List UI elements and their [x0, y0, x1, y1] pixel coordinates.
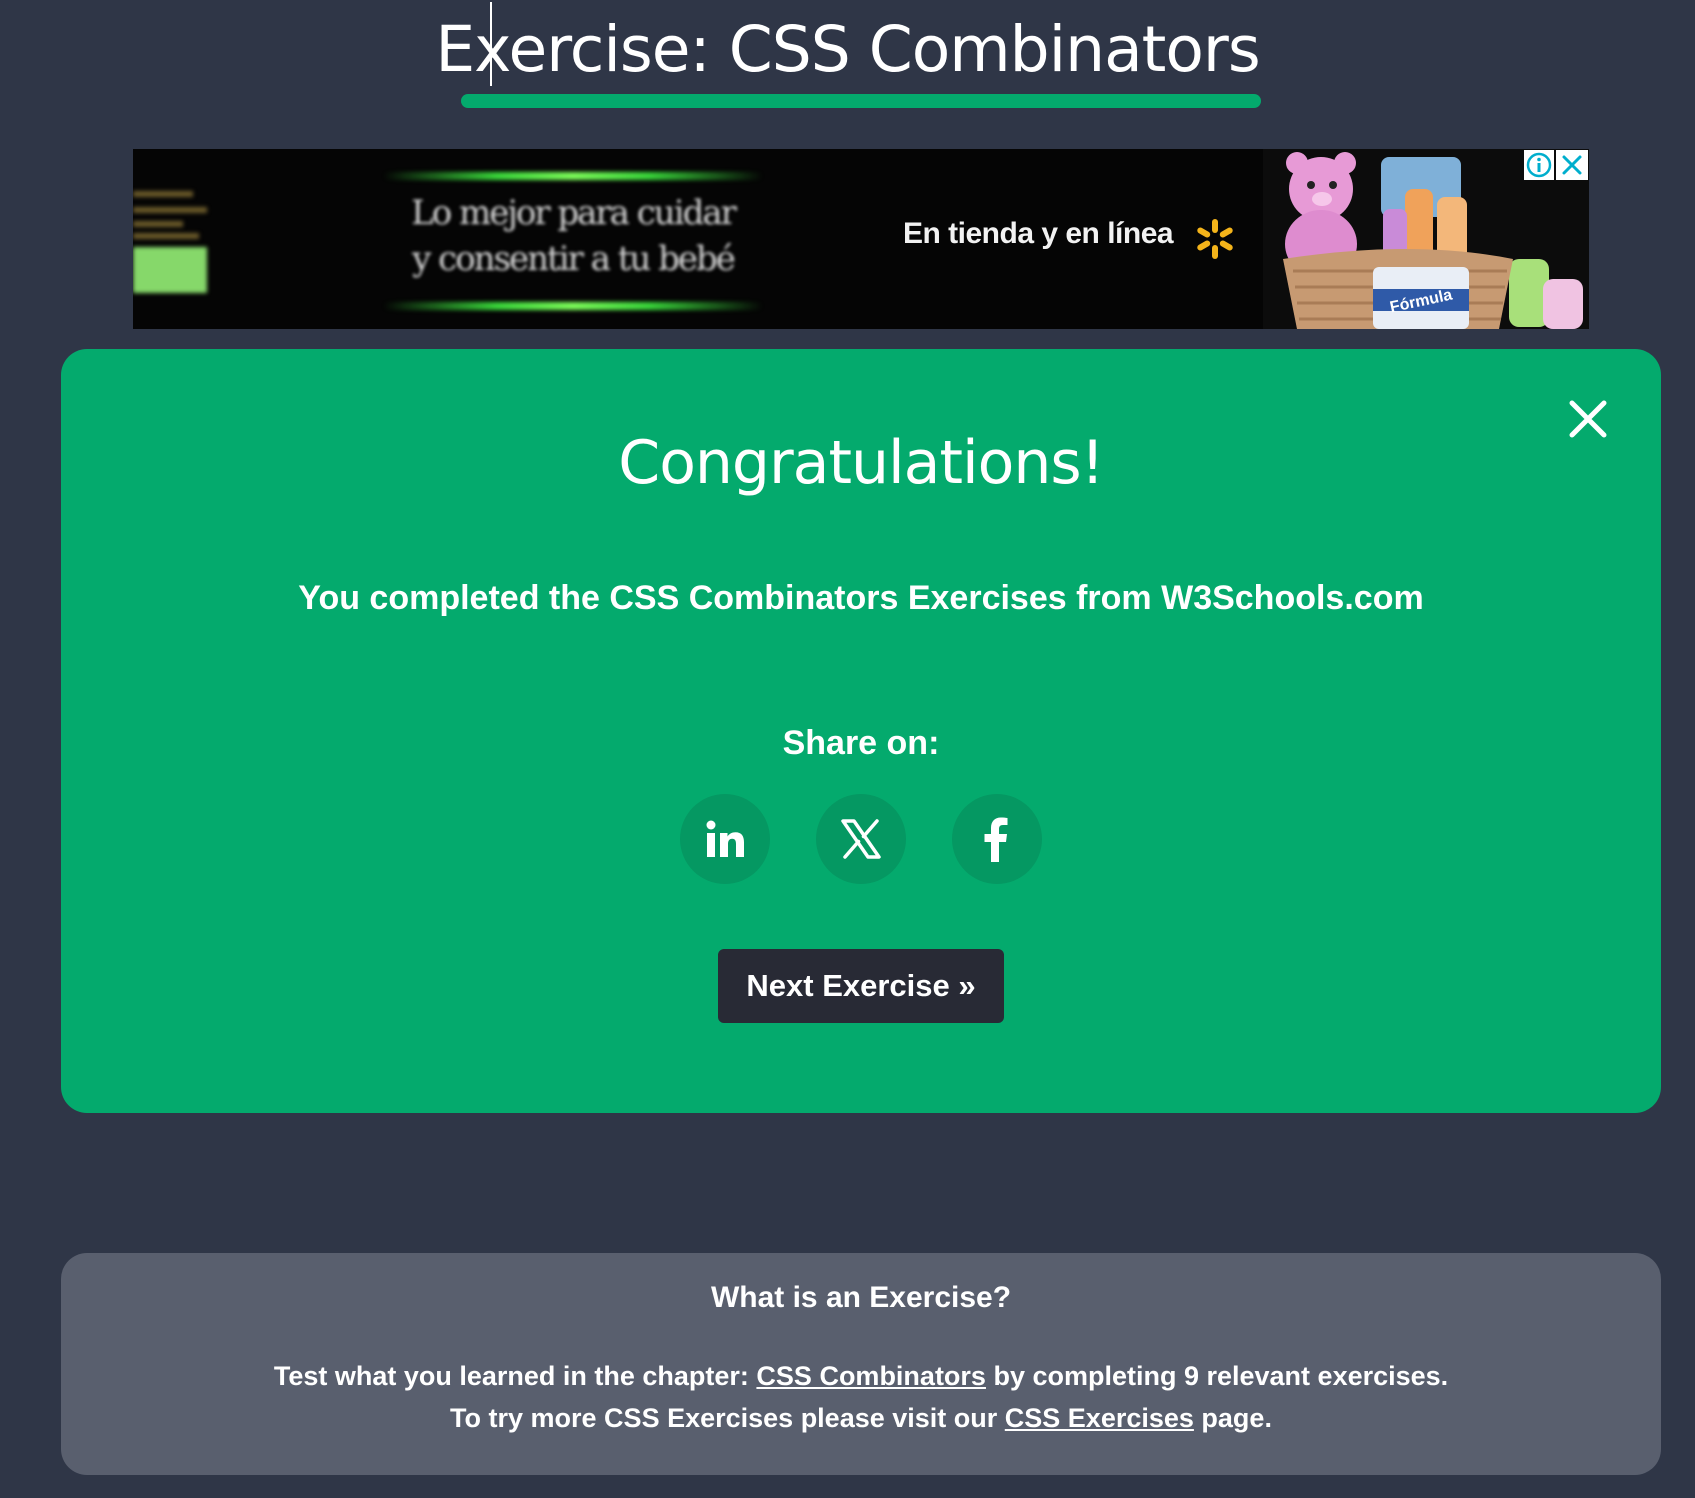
next-exercise-button[interactable]: Next Exercise » [718, 949, 1004, 1023]
ad-info-icon[interactable] [1524, 150, 1554, 180]
share-linkedin-button[interactable] [680, 794, 770, 884]
facebook-icon [984, 817, 1008, 862]
share-buttons [61, 794, 1661, 886]
linkedin-icon [706, 820, 744, 857]
info-line2-suffix: page. [1193, 1403, 1272, 1433]
ad-banner[interactable]: Lo mejor para cuidar y consentir a tu be… [133, 149, 1589, 329]
congratulations-title: Congratulations! [618, 428, 1104, 498]
share-label: Share on: [782, 724, 940, 762]
ad-left-strip [133, 149, 213, 329]
info-line2-prefix: To try more CSS Exercises please visit o… [450, 1403, 1005, 1433]
title-underline [461, 94, 1261, 108]
x-icon [841, 819, 881, 859]
ad-close-icon[interactable] [1556, 150, 1588, 180]
ad-headline-line1: Lo mejor para cuidar [411, 193, 737, 233]
info-line1-prefix: Test what you learned in the chapter: [273, 1361, 757, 1391]
info-line-1: Test what you learned in the chapter: CS… [61, 1361, 1661, 1392]
ad-glow-top [383, 172, 763, 180]
info-line1-suffix: by completing 9 relevant exercises. [985, 1361, 1449, 1391]
share-x-button[interactable] [816, 794, 906, 884]
completion-message: You completed the CSS Combinators Exerci… [298, 579, 1424, 617]
page-header: Exercise: CSS Combinators [0, 0, 1695, 120]
info-title: What is an Exercise? [710, 1281, 1012, 1314]
exercise-info-box: What is an Exercise? Test what you learn… [61, 1253, 1661, 1475]
info-line-2: To try more CSS Exercises please visit o… [61, 1403, 1661, 1434]
ad-glow-bottom [383, 302, 763, 310]
spark-icon [1197, 219, 1233, 259]
page-title: Exercise: CSS Combinators [435, 13, 1260, 86]
ad-headline-line2: y consentir a tu bebé [412, 239, 736, 279]
css-exercises-link[interactable]: CSS Exercises [1005, 1403, 1194, 1433]
congratulations-panel: Congratulations! You completed the CSS C… [61, 349, 1661, 1113]
ad-tagline: En tienda y en línea [903, 217, 1174, 250]
css-combinators-link[interactable]: CSS Combinators [756, 1361, 986, 1391]
share-facebook-button[interactable] [952, 794, 1042, 884]
